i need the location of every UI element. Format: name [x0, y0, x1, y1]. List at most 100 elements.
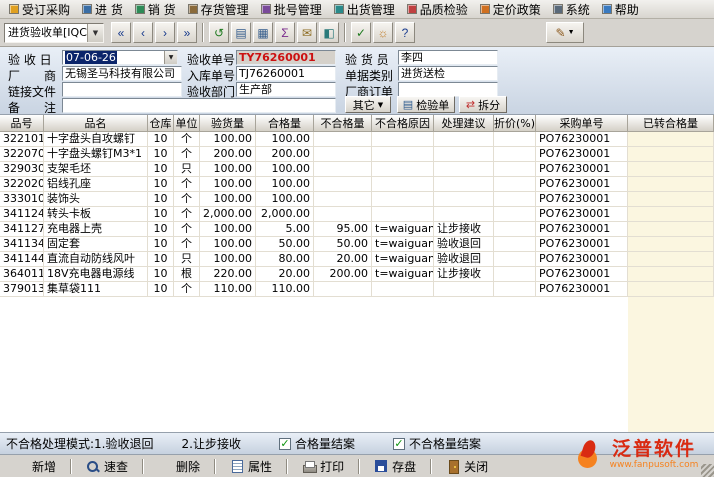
cell: t=waiguan — [372, 252, 434, 267]
other-button[interactable]: 其它 ▼ — [345, 96, 391, 113]
cell: PO76230001 — [536, 162, 628, 177]
menu-item-quality[interactable]: 品质检验 — [402, 0, 473, 19]
document-icon: ▤ — [403, 98, 413, 111]
column-header-1[interactable]: 品名 — [44, 115, 148, 132]
cell — [434, 162, 494, 177]
column-header-3[interactable]: 单位 — [174, 115, 200, 132]
bottom-save-label: 存盘 — [392, 458, 416, 475]
resize-grip[interactable] — [701, 464, 714, 477]
cell — [628, 132, 714, 147]
inspection-sheet-button[interactable]: ▤ 检验单 — [397, 96, 455, 113]
bottom-save-button[interactable]: 存盘 — [368, 457, 422, 476]
toolbar-edit-audit-button[interactable]: ✎▼ — [546, 22, 584, 43]
table-row[interactable]: 3221010十字盘头自攻螺钉10个100.00100.00PO76230001 — [0, 132, 714, 147]
toolbar-mail-button[interactable]: ✉ — [297, 22, 317, 43]
cell — [628, 267, 714, 282]
toolbar-chart-button[interactable]: ◧ — [319, 22, 339, 43]
toolbar-approve-button[interactable]: ✓ — [351, 22, 371, 43]
doc-category-field[interactable]: 进货送检 — [398, 66, 498, 81]
toolbar-list-view-button[interactable]: ▤ — [231, 22, 251, 43]
column-header-10[interactable]: 采购单号 — [536, 115, 628, 132]
table-row[interactable]: 3411341固定套10个100.0050.0050.00t=waiguan验收… — [0, 237, 714, 252]
toolbar-first-record-button[interactable]: « — [111, 22, 131, 43]
menu-item-pricing[interactable]: 定价政策 — [475, 0, 546, 19]
cell: 10 — [148, 162, 174, 177]
menu-item-batch[interactable]: 批号管理 — [256, 0, 327, 19]
link-file-field[interactable] — [62, 82, 182, 97]
inbound-no-field[interactable]: TJ76260001 — [236, 66, 336, 81]
column-header-4[interactable]: 验货量 — [200, 115, 256, 132]
date-field[interactable]: 07-06-26 ▼ — [62, 50, 178, 65]
cell — [372, 147, 434, 162]
table-row[interactable]: 3411272充电器上壳10个100.005.0095.00t=waiguan让… — [0, 222, 714, 237]
toolbar-summary-button[interactable]: Σ — [275, 22, 295, 43]
menu-item-sales[interactable]: 销 货 — [130, 0, 181, 19]
combo-dropdown-button[interactable]: ▼ — [87, 24, 103, 42]
split-button[interactable]: ⇄ 拆分 — [459, 96, 507, 113]
fail-qty-close-checkbox[interactable]: ✓ 不合格量结案 — [393, 435, 481, 452]
table-row[interactable]: 3220201铝线孔座10个100.00100.00PO76230001 — [0, 177, 714, 192]
toolbar-help-button[interactable]: ? — [395, 22, 415, 43]
cell: 个 — [174, 132, 200, 147]
menu-item-purchase[interactable]: 受订采购 — [4, 0, 75, 19]
toolbar-next-record-button[interactable]: › — [155, 22, 175, 43]
column-header-0[interactable]: 品号 — [0, 115, 44, 132]
column-header-5[interactable]: 合格量 — [256, 115, 314, 132]
next-record-icon: › — [163, 26, 167, 40]
vendor-order-field[interactable] — [398, 82, 498, 97]
bottom-close-button[interactable]: 关闭 — [440, 457, 494, 476]
last-record-icon: » — [184, 26, 191, 40]
cell: 集草袋111 — [44, 282, 148, 297]
doc-type-combo[interactable]: 进货验收单[IQC] ▼ — [4, 23, 104, 43]
menu-item-inventory[interactable]: 存货管理 — [183, 0, 254, 19]
cell: 转头卡板 — [44, 207, 148, 222]
column-header-7[interactable]: 不合格原因 — [372, 115, 434, 132]
check-icon: ✓ — [279, 438, 291, 450]
cell: 5.00 — [256, 222, 314, 237]
column-header-2[interactable]: 仓库 — [148, 115, 174, 132]
dept-field[interactable]: 生产部 — [236, 82, 336, 97]
column-header-6[interactable]: 不合格量 — [314, 115, 372, 132]
cell: 10 — [148, 282, 174, 297]
vendor-field[interactable]: 无锡圣马科技有限公司 — [62, 66, 182, 81]
menu-item-shipping[interactable]: 出货管理 — [329, 0, 400, 19]
table-row[interactable]: 3411441直流自动防线风叶10只100.0080.0020.00t=waig… — [0, 252, 714, 267]
cell — [628, 237, 714, 252]
star-icon — [14, 460, 28, 473]
column-header-8[interactable]: 处理建议 — [434, 115, 494, 132]
toolbar-settings-button[interactable]: ☼ — [373, 22, 393, 43]
menu-item-system[interactable]: 系统 — [548, 0, 595, 19]
menu-item-label: 存货管理 — [201, 1, 249, 18]
column-header-9[interactable]: 折价(%) — [494, 115, 536, 132]
cell: PO76230001 — [536, 267, 628, 282]
table-row[interactable]: 3790131集草袋11110个110.00110.00PO76230001 — [0, 282, 714, 297]
bottom-print-button[interactable]: 打印 — [296, 457, 350, 476]
menu-item-help[interactable]: 帮助 — [597, 0, 644, 19]
cell: 直流自动防线风叶 — [44, 252, 148, 267]
table-row[interactable]: 3330101装饰头10个100.00100.00PO76230001 — [0, 192, 714, 207]
inspector-label: 验 货 员 — [345, 51, 389, 68]
toolbar-last-record-button[interactable]: » — [177, 22, 197, 43]
toolbar-prev-record-button[interactable]: ‹ — [133, 22, 153, 43]
cell — [494, 222, 536, 237]
menu-item-incoming[interactable]: 进 货 — [77, 0, 128, 19]
toolbar-separator — [202, 23, 204, 42]
bottom-new-button[interactable]: 新增 — [8, 457, 62, 476]
table-row[interactable]: 36401118V充电器电源线10根220.0020.00200.00t=wai… — [0, 267, 714, 282]
pass-qty-close-checkbox[interactable]: ✓ 合格量结案 — [279, 435, 355, 452]
toolbar-refresh-button[interactable]: ↺ — [209, 22, 229, 43]
menu-item-label: 进 货 — [95, 1, 123, 18]
column-header-11[interactable]: 已转合格量 — [628, 115, 714, 132]
cell — [434, 132, 494, 147]
table-row[interactable]: 3290301支架毛坯10只100.00100.00PO76230001 — [0, 162, 714, 177]
remark-field[interactable] — [62, 98, 336, 113]
bottom-properties-button[interactable]: 属性 — [224, 457, 278, 476]
bottom-delete-button[interactable]: 删除 — [152, 457, 206, 476]
table-row[interactable]: 3220701十字盘头螺钉M3*110个200.00200.00PO762300… — [0, 147, 714, 162]
table-row[interactable]: 3411241转头卡板10个2,000.002,000.00PO76230001 — [0, 207, 714, 222]
toolbar-detail-view-button[interactable]: ▦ — [253, 22, 273, 43]
date-dropdown-button[interactable]: ▼ — [164, 51, 177, 64]
cell — [494, 192, 536, 207]
inspector-field[interactable]: 李四 — [398, 50, 498, 65]
bottom-query-button[interactable]: 速查 — [80, 457, 134, 476]
